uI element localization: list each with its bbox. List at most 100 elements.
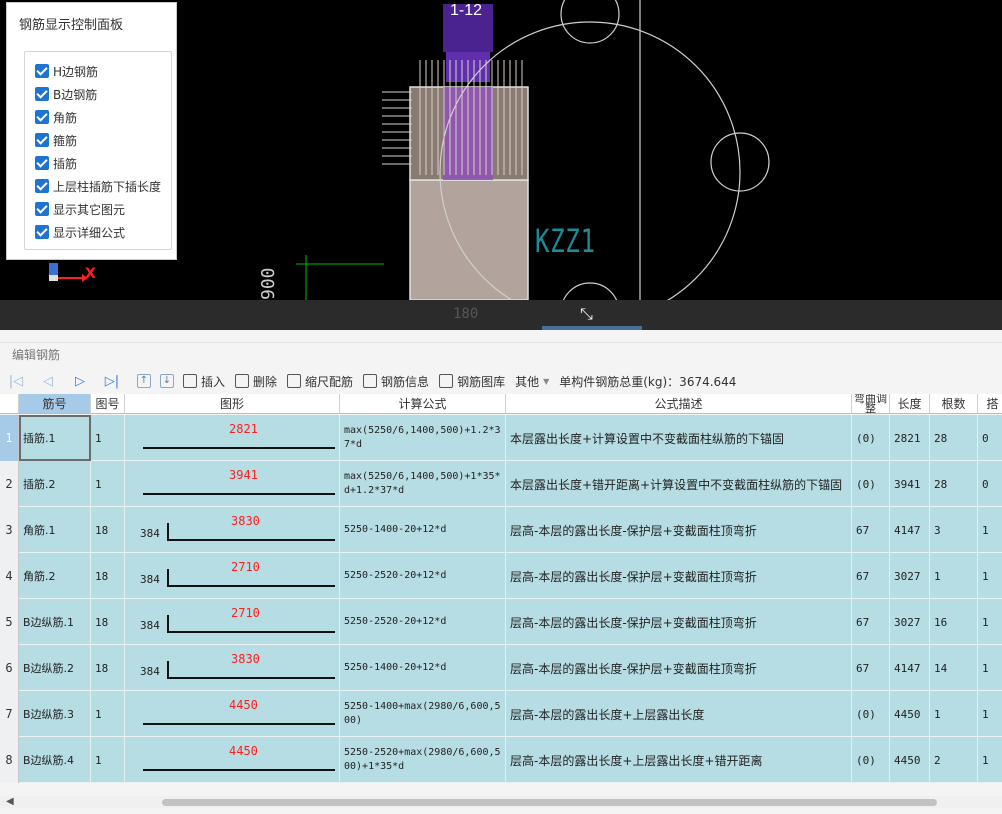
lap-cell[interactable]: 1 xyxy=(978,737,1002,783)
3d-viewport[interactable]: 1-12 KZZ1 900 180 ⤡ X 钢筋显示控制面板 H边钢筋 B边钢筋… xyxy=(0,0,1002,330)
header-formula[interactable]: 计算公式 xyxy=(340,394,506,414)
length-cell[interactable]: 3027 xyxy=(890,553,930,599)
bar-number-cell[interactable]: B边纵筋.3 xyxy=(19,691,91,737)
row-number[interactable]: 4 xyxy=(0,553,19,599)
bar-number-cell[interactable]: 角筋.2 xyxy=(19,553,91,599)
length-cell[interactable]: 4147 xyxy=(890,507,930,553)
bar-number-cell[interactable]: 角筋.1 xyxy=(19,507,91,553)
lap-cell[interactable]: 1 xyxy=(978,507,1002,553)
checkbox-icon[interactable] xyxy=(35,225,49,239)
bend-adjust-cell[interactable]: 67 xyxy=(852,553,890,599)
option-b-rebar[interactable]: B边钢筋 xyxy=(35,85,97,103)
table-row[interactable]: 7 B边纵筋.3 1 4450 5250-1400+max(2980/6,600,500… xyxy=(0,691,1002,737)
lap-cell[interactable]: 1 xyxy=(978,691,1002,737)
checkbox-icon[interactable] xyxy=(35,87,49,101)
option-show-detail-formula[interactable]: 显示详细公式 xyxy=(35,223,125,241)
figure-number-cell[interactable]: 1 xyxy=(91,461,125,507)
first-record-icon[interactable]: |◁ xyxy=(0,370,32,392)
bar-number-cell[interactable]: 插筋.2 xyxy=(19,461,91,507)
scroll-thumb[interactable] xyxy=(162,799,937,806)
header-figure-number[interactable]: 图号 xyxy=(91,394,125,414)
lap-cell[interactable]: 1 xyxy=(978,645,1002,691)
lap-cell[interactable]: 1 xyxy=(978,553,1002,599)
count-cell[interactable]: 28 xyxy=(930,415,978,461)
length-cell[interactable]: 4147 xyxy=(890,645,930,691)
shape-cell[interactable]: 2821 xyxy=(125,415,340,461)
bend-adjust-cell[interactable]: 67 xyxy=(852,599,890,645)
horizontal-scrollbar[interactable]: ◀ xyxy=(0,796,1002,808)
checkbox-icon[interactable] xyxy=(35,202,49,216)
row-number[interactable]: 5 xyxy=(0,599,19,645)
description-cell[interactable]: 本层露出长度+计算设置中不变截面柱纵筋的下锚固 xyxy=(506,415,852,461)
formula-cell[interactable]: 5250-2520-20+12*d xyxy=(340,553,506,599)
formula-cell[interactable]: 5250-1400+max(2980/6,600,500) xyxy=(340,691,506,737)
description-cell[interactable]: 层高-本层的露出长度-保护层+变截面柱顶弯折 xyxy=(506,645,852,691)
row-number[interactable]: 3 xyxy=(0,507,19,553)
table-row[interactable]: 5 B边纵筋.1 18 384 2710 5250-2520-20+12*d 层高-本层的露… xyxy=(0,599,1002,645)
shape-cell[interactable]: 384 3830 xyxy=(125,507,340,553)
shape-cell[interactable]: 3941 xyxy=(125,461,340,507)
formula-cell[interactable]: 5250-1400-20+12*d xyxy=(340,645,506,691)
description-cell[interactable]: 层高-本层的露出长度+上层露出长度 xyxy=(506,691,852,737)
count-cell[interactable]: 28 xyxy=(930,461,978,507)
count-cell[interactable]: 2 xyxy=(930,737,978,783)
move-down-icon[interactable]: ↓ xyxy=(160,374,174,388)
count-cell[interactable]: 1 xyxy=(930,553,978,599)
count-cell[interactable]: 14 xyxy=(930,645,978,691)
bend-adjust-cell[interactable]: 67 xyxy=(852,645,890,691)
shape-cell[interactable]: 384 2710 xyxy=(125,553,340,599)
bar-number-cell[interactable]: B边纵筋.4 xyxy=(19,737,91,783)
shape-cell[interactable]: 4450 xyxy=(125,691,340,737)
scroll-left-icon[interactable]: ◀ xyxy=(6,796,14,807)
last-record-icon[interactable]: ▷| xyxy=(96,370,128,392)
figure-number-cell[interactable]: 1 xyxy=(91,737,125,783)
description-cell[interactable]: 层高-本层的露出长度+上层露出长度+错开距离 xyxy=(506,737,852,783)
bend-adjust-cell[interactable]: (0) xyxy=(852,691,890,737)
table-row[interactable]: 2 插筋.2 1 3941 max(5250/6,1400,500)+1*35*d+1.… xyxy=(0,461,1002,507)
formula-cell[interactable]: 5250-1400-20+12*d xyxy=(340,507,506,553)
bend-adjust-cell[interactable]: (0) xyxy=(852,461,890,507)
rebar-info-button[interactable]: 钢筋信息 xyxy=(363,370,429,392)
checkbox-icon[interactable] xyxy=(35,179,49,193)
delete-button[interactable]: 删除 xyxy=(235,370,277,392)
move-up-icon[interactable]: ↑ xyxy=(137,374,151,388)
figure-number-cell[interactable]: 18 xyxy=(91,599,125,645)
row-number[interactable]: 2 xyxy=(0,461,19,507)
length-cell[interactable]: 3027 xyxy=(890,599,930,645)
formula-cell[interactable]: 5250-2520-20+12*d xyxy=(340,599,506,645)
option-h-rebar[interactable]: H边钢筋 xyxy=(35,62,98,80)
figure-number-cell[interactable]: 18 xyxy=(91,645,125,691)
option-upper-dowel-length[interactable]: 上层柱插筋下插长度 xyxy=(35,177,161,195)
figure-number-cell[interactable]: 18 xyxy=(91,553,125,599)
checkbox-icon[interactable] xyxy=(35,156,49,170)
count-cell[interactable]: 3 xyxy=(930,507,978,553)
bend-adjust-cell[interactable]: (0) xyxy=(852,415,890,461)
insert-button[interactable]: 插入 xyxy=(183,370,225,392)
lap-cell[interactable]: 0 xyxy=(978,415,1002,461)
figure-number-cell[interactable]: 1 xyxy=(91,691,125,737)
table-row[interactable]: 3 角筋.1 18 384 3830 5250-1400-20+12*d 层高-本层的露出长… xyxy=(0,507,1002,553)
lap-cell[interactable]: 0 xyxy=(978,461,1002,507)
header-description[interactable]: 公式描述 xyxy=(506,394,852,414)
description-cell[interactable]: 层高-本层的露出长度-保护层+变截面柱顶弯折 xyxy=(506,599,852,645)
formula-cell[interactable]: max(5250/6,1400,500)+1.2*37*d xyxy=(340,415,506,461)
bar-number-cell[interactable]: B边纵筋.2 xyxy=(19,645,91,691)
description-cell[interactable]: 层高-本层的露出长度-保护层+变截面柱顶弯折 xyxy=(506,507,852,553)
length-cell[interactable]: 3941 xyxy=(890,461,930,507)
bend-adjust-cell[interactable]: (0) xyxy=(852,737,890,783)
length-cell[interactable]: 4450 xyxy=(890,691,930,737)
shape-cell[interactable]: 384 3830 xyxy=(125,645,340,691)
table-row[interactable]: 6 B边纵筋.2 18 384 3830 5250-1400-20+12*d 层高-本层的露… xyxy=(0,645,1002,691)
option-corner-rebar[interactable]: 角筋 xyxy=(35,108,77,126)
header-lap[interactable]: 搭 xyxy=(978,394,1002,414)
bar-number-cell[interactable]: 插筋.1 xyxy=(19,415,91,461)
row-number[interactable]: 1 xyxy=(0,415,19,461)
next-record-icon[interactable]: ▷ xyxy=(64,370,96,392)
lap-cell[interactable]: 1 xyxy=(978,599,1002,645)
length-cell[interactable]: 2821 xyxy=(890,415,930,461)
prev-record-icon[interactable]: ◁ xyxy=(32,370,64,392)
description-cell[interactable]: 本层露出长度+错开距离+计算设置中不变截面柱纵筋的下锚固 xyxy=(506,461,852,507)
header-length[interactable]: 长度 xyxy=(890,394,930,414)
header-bar-number[interactable]: 筋号 xyxy=(19,394,91,414)
row-number[interactable]: 6 xyxy=(0,645,19,691)
